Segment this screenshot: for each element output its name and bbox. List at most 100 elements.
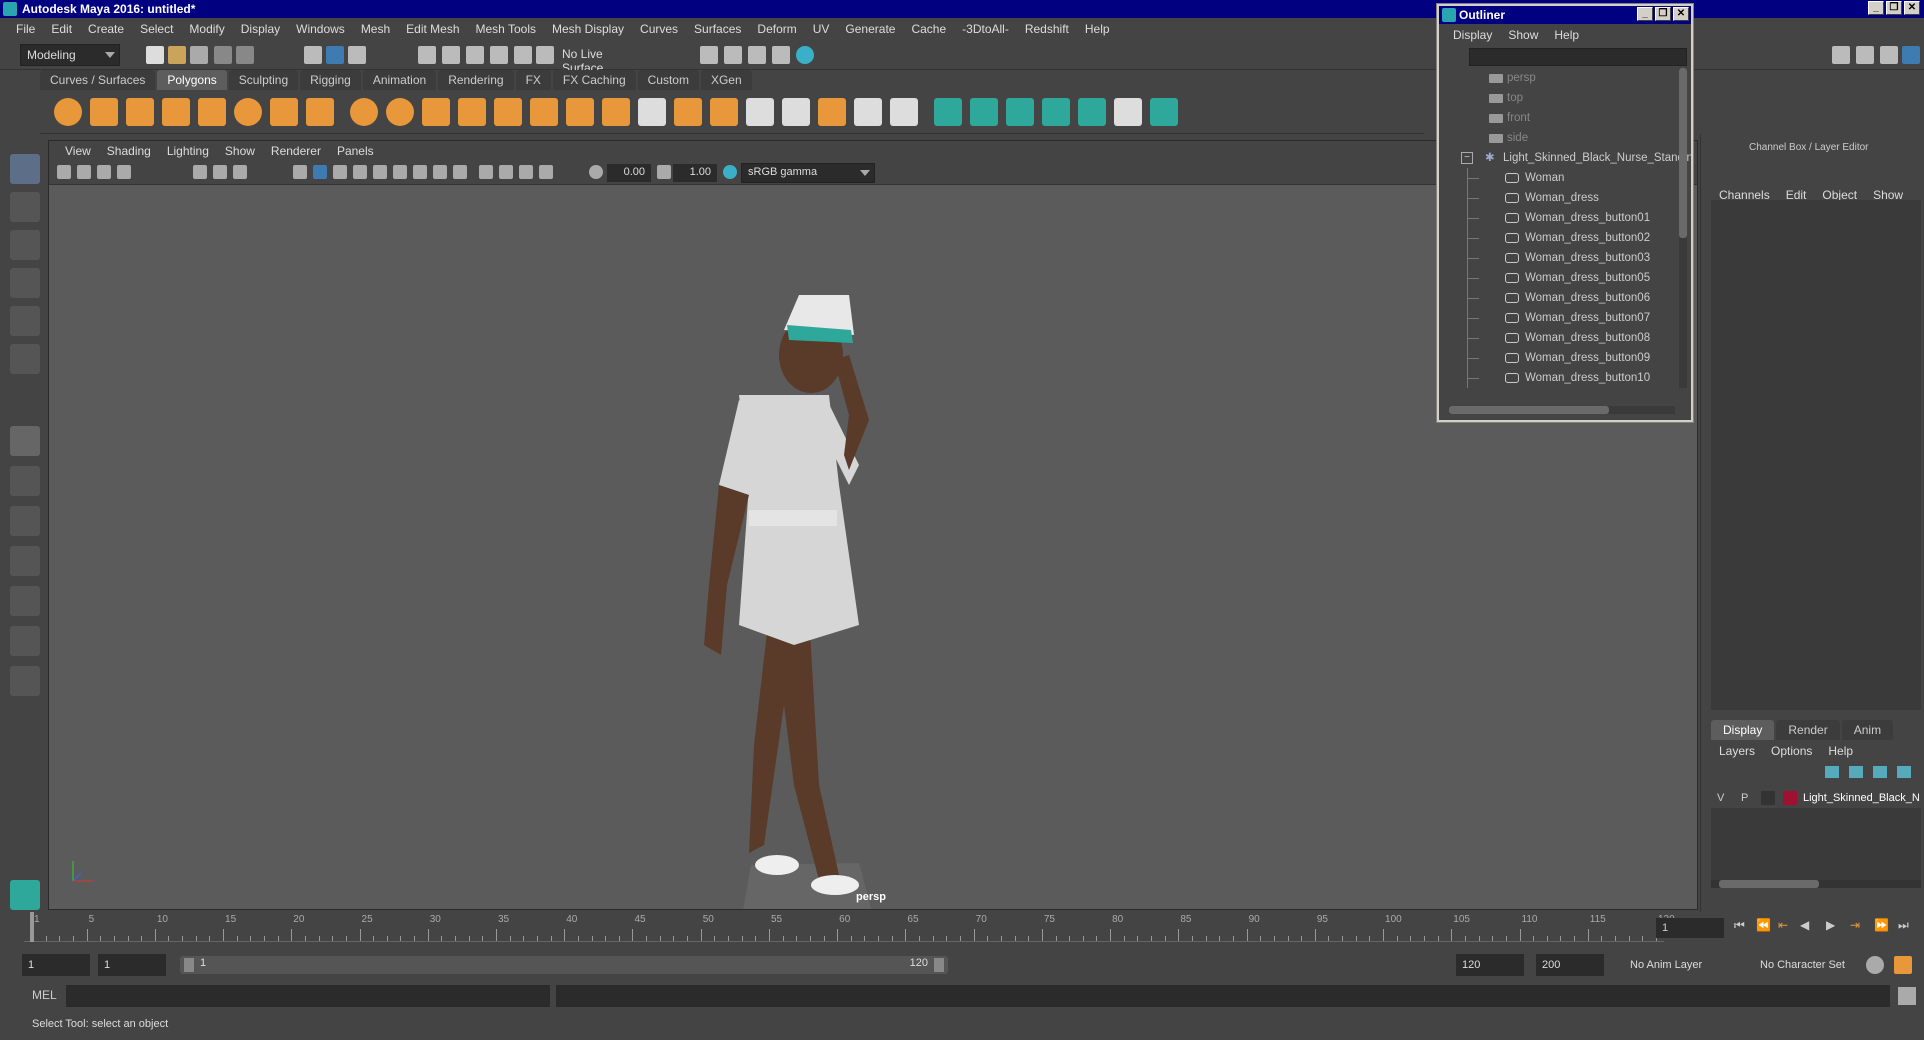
outliner-window[interactable]: Outliner _ ❐ ✕ Display Show Help persp t… (1437, 4, 1693, 422)
move-layer-down-icon[interactable] (1849, 766, 1863, 778)
hypershade-icon[interactable] (796, 46, 814, 64)
tab-anim-layers[interactable]: Anim (1841, 720, 1894, 740)
menu-display[interactable]: Display (233, 22, 288, 36)
outliner-menu-help[interactable]: Help (1546, 28, 1587, 42)
merge-icon[interactable] (782, 98, 810, 126)
modeling-toolkit-icon[interactable] (1832, 46, 1850, 64)
outliner-hscroll-thumb[interactable] (1449, 406, 1609, 414)
menu-3dtoall[interactable]: -3DtoAll- (954, 22, 1017, 36)
tab-custom[interactable]: Custom (637, 70, 699, 90)
select-tool-icon[interactable] (10, 154, 40, 184)
tab-fx[interactable]: FX (515, 70, 551, 90)
textured-icon[interactable] (333, 165, 347, 179)
menu-file[interactable]: File (8, 22, 43, 36)
snap-curve-icon[interactable] (442, 46, 460, 64)
outliner-item[interactable]: − ✱ Light_Skinned_Black_Nurse_Standing (1439, 148, 1691, 168)
live-surface-field[interactable]: No Live Surface (556, 44, 652, 75)
viewport-menu-shading[interactable]: Shading (99, 144, 159, 158)
menu-create[interactable]: Create (80, 22, 132, 36)
outliner-item[interactable]: Woman_dress_button09 (1439, 348, 1691, 368)
tab-curves-surfaces[interactable]: Curves / Surfaces (40, 70, 156, 90)
tab-display-layers[interactable]: Display (1711, 720, 1775, 740)
combine-icon[interactable] (350, 98, 378, 126)
snap-grid-icon[interactable] (418, 46, 436, 64)
layer-menu-layers[interactable]: Layers (1711, 744, 1763, 758)
smooth-shade-icon[interactable] (313, 165, 327, 179)
range-end-handle[interactable] (934, 958, 944, 972)
menu-mesh-display[interactable]: Mesh Display (544, 22, 632, 36)
poly-sphere-icon[interactable] (54, 98, 82, 126)
mel-label[interactable]: MEL (32, 988, 57, 1002)
current-time-indicator[interactable] (30, 912, 34, 942)
exposure-field[interactable]: 0.00 (607, 164, 651, 182)
uv-editor-icon[interactable] (1150, 98, 1178, 126)
append-poly-icon[interactable] (602, 98, 630, 126)
play-forwards-icon[interactable]: ▶ (1826, 918, 1842, 934)
uv-layout-icon[interactable] (1114, 98, 1142, 126)
go-to-start-icon[interactable]: ⏮ (1734, 918, 1750, 934)
uv-planar-icon[interactable] (934, 98, 962, 126)
gamma-icon[interactable] (657, 165, 671, 179)
outliner-vertical-scrollbar[interactable] (1679, 68, 1687, 388)
menu-select[interactable]: Select (132, 22, 181, 36)
animation-end-field[interactable]: 200 (1536, 954, 1604, 976)
layer-playback-toggle[interactable]: P (1741, 788, 1748, 808)
color-management-icon[interactable] (723, 165, 737, 179)
menu-deform[interactable]: Deform (749, 22, 804, 36)
fill-hole-icon[interactable] (818, 98, 846, 126)
uv-automatic-icon[interactable] (1042, 98, 1070, 126)
resolution-gate-icon[interactable] (233, 165, 247, 179)
outliner-item[interactable]: Woman_dress_button01 (1439, 208, 1691, 228)
viewport-menu-panels[interactable]: Panels (329, 144, 382, 158)
outliner-item[interactable]: persp (1439, 68, 1691, 88)
poly-cylinder-icon[interactable] (126, 98, 154, 126)
layer-scrollbar-thumb[interactable] (1719, 880, 1819, 888)
mel-command-input[interactable] (66, 985, 550, 1007)
outliner-restore-button[interactable]: ❐ (1655, 7, 1671, 21)
playback-end-field[interactable]: 120 (1456, 954, 1524, 976)
rotate-tool-icon[interactable] (10, 306, 40, 336)
tab-animation[interactable]: Animation (362, 70, 437, 90)
gamma-field[interactable]: 1.00 (673, 164, 717, 182)
viewport-menu-lighting[interactable]: Lighting (159, 144, 217, 158)
layer-row[interactable]: V P Light_Skinned_Black_N (1711, 788, 1921, 808)
layer-color-swatch[interactable] (1783, 791, 1797, 805)
tab-render-layers[interactable]: Render (1776, 720, 1840, 740)
film-gate-icon[interactable] (213, 165, 227, 179)
menu-curves[interactable]: Curves (632, 22, 686, 36)
slide-edge-icon[interactable] (854, 98, 882, 126)
custom-layout-icon[interactable] (10, 666, 40, 696)
outliner-item[interactable]: Woman_dress_button06 (1439, 288, 1691, 308)
menu-edit-mesh[interactable]: Edit Mesh (398, 22, 467, 36)
insert-edge-loop-icon[interactable] (710, 98, 738, 126)
attribute-editor-icon[interactable] (1856, 46, 1874, 64)
shadows-icon[interactable] (373, 165, 387, 179)
menu-help[interactable]: Help (1077, 22, 1118, 36)
xray-icon[interactable] (499, 165, 513, 179)
menu-mesh-tools[interactable]: Mesh Tools (468, 22, 544, 36)
go-to-end-icon[interactable]: ⏭ (1898, 918, 1914, 934)
menuset-dropdown[interactable]: Modeling (20, 44, 120, 66)
time-slider[interactable]: 1 5 10 15 20 25 30 35 40 45 50 55 60 65 70 75 80 85 90 95 10… (0, 912, 1924, 948)
poly-pipe-icon[interactable] (306, 98, 334, 126)
render-view-icon[interactable] (700, 46, 718, 64)
new-scene-icon[interactable] (146, 46, 164, 64)
channel-box-toggle-icon[interactable] (1902, 46, 1920, 64)
depth-of-field-icon[interactable] (453, 165, 467, 179)
ipr-render-icon[interactable] (748, 46, 766, 64)
scale-tool-icon[interactable] (10, 344, 40, 374)
playback-start-field[interactable]: 1 (98, 954, 166, 976)
outliner-item[interactable]: Woman (1439, 168, 1691, 188)
snap-point-icon[interactable] (466, 46, 484, 64)
lasso-tool-icon[interactable] (10, 192, 40, 222)
separate-icon[interactable] (386, 98, 414, 126)
uv-cylindrical-icon[interactable] (970, 98, 998, 126)
render-frame-icon[interactable] (724, 46, 742, 64)
menu-windows[interactable]: Windows (288, 22, 353, 36)
view-transform-dropdown[interactable]: sRGB gamma (741, 163, 875, 183)
select-component-icon[interactable] (348, 46, 366, 64)
outliner-item[interactable]: Woman_dress_button02 (1439, 228, 1691, 248)
xray-joints-icon[interactable] (519, 165, 533, 179)
bevel-icon[interactable] (494, 98, 522, 126)
select-object-icon[interactable] (326, 46, 344, 64)
